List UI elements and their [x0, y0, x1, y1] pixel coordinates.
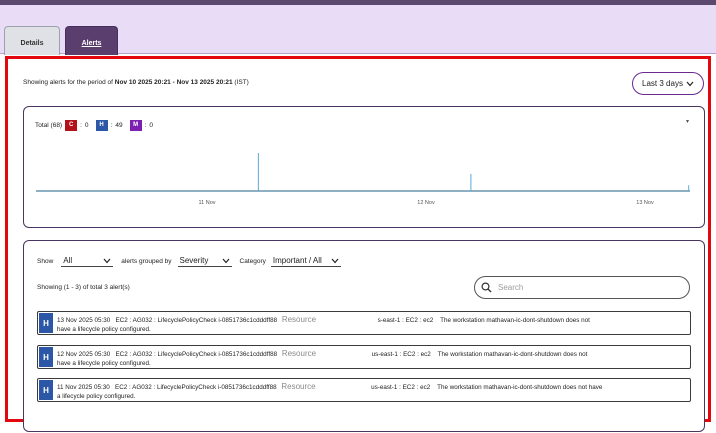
- group-by-dropdown[interactable]: Severity: [177, 256, 232, 267]
- alert-info: EC2 : AG032 : LifecyclePolicyCheck i-085…: [115, 317, 278, 324]
- medium-badge: M: [129, 120, 142, 131]
- category-dropdown[interactable]: Important / All: [270, 256, 341, 267]
- alert-time: 12 Nov 2025 05:30: [57, 351, 111, 358]
- group-label: alerts grouped by: [121, 258, 172, 265]
- search-icon: [481, 282, 492, 293]
- high-count: 49: [115, 122, 123, 129]
- period-prefix: Showing alerts for the period of: [23, 79, 113, 86]
- search-box[interactable]: [474, 276, 690, 299]
- alert-row[interactable]: H 11 Nov 2025 05:30 EC2 : AG032 : Lifecy…: [37, 378, 691, 402]
- alert-region: us-east-1 : EC2 : ec2: [371, 384, 431, 391]
- critical-count: 0: [84, 122, 89, 129]
- alert-time: 13 Nov 2025 05:30: [57, 317, 111, 324]
- alert-resource: Resource: [281, 349, 317, 358]
- alert-row[interactable]: H 12 Nov 2025 05:30 EC2 : AG032 : Lifecy…: [37, 345, 691, 369]
- alert-message: The workstation mathavan-ic-dont-shutdow…: [440, 317, 590, 324]
- chevron-down-icon: [103, 258, 111, 263]
- alert-region: us-east-1 : EC2 : ec2: [371, 351, 431, 358]
- alert-resource: Resource: [281, 382, 316, 391]
- critical-badge: C: [65, 120, 78, 131]
- high-severity-badge: H: [39, 347, 53, 367]
- show-dropdown[interactable]: All: [61, 256, 114, 267]
- category-value: Important / All: [272, 256, 322, 265]
- high-severity-badge: H: [39, 380, 53, 400]
- high-separator: :: [110, 122, 113, 129]
- high-badge: H: [95, 120, 108, 131]
- alert-info: EC2 : AG032 : LifecyclePolicyCheck i-085…: [115, 384, 277, 391]
- alert-region: s-east-1 : EC2 : ec2: [377, 317, 434, 324]
- total-count: Total (68): [35, 122, 63, 129]
- showing-count: Showing (1 - 3) of total 3 alert(s): [37, 284, 130, 291]
- medium-separator: :: [144, 122, 147, 129]
- alert-line-1: 13 Nov 2025 05:30 EC2 : AG032 : Lifecycl…: [57, 315, 590, 324]
- period-range: Nov 10 2025 20:21 - Nov 13 2025 20:21: [114, 79, 233, 86]
- alert-row[interactable]: H 13 Nov 2025 05:30 EC2 : AG032 : Lifecy…: [37, 311, 691, 335]
- medium-count: 0: [149, 122, 154, 129]
- alert-message: The workstation mathavan-ic-dont-shutdow…: [437, 351, 588, 358]
- chevron-down-icon: [686, 81, 694, 86]
- group-value: Severity: [179, 256, 209, 265]
- high-severity-badge: H: [39, 313, 53, 333]
- alert-time: 11 Nov 2025 05:30: [57, 384, 110, 391]
- critical-separator: :: [80, 122, 82, 129]
- alert-resource: Resource: [281, 315, 317, 324]
- alert-line-1: 12 Nov 2025 05:30 EC2 : AG032 : Lifecycl…: [57, 349, 587, 358]
- alert-message-cont: a lifecycle policy configured.: [57, 393, 136, 400]
- period-text: Showing alerts for the period of Nov 10 …: [23, 79, 249, 86]
- chevron-down-icon: [331, 258, 339, 263]
- alert-message-cont: have a lifecycle policy configured.: [57, 326, 151, 333]
- chevron-down-icon: [222, 258, 229, 263]
- period-timezone: (IST): [234, 79, 249, 86]
- alert-message-cont: have a lifecycle policy configured.: [57, 360, 151, 367]
- tab-strip: Details Alerts: [0, 5, 716, 59]
- alert-message: The workstation mathavan-ic-dont-shutdow…: [437, 384, 603, 391]
- time-range-label: Last 3 days: [642, 79, 683, 88]
- alert-line-1: 11 Nov 2025 05:30 EC2 : AG032 : Lifecycl…: [57, 382, 602, 391]
- show-label: Show: [37, 258, 54, 265]
- alert-info: EC2 : AG032 : LifecyclePolicyCheck i-085…: [115, 351, 278, 358]
- alert-totals: Total (68) C : 0 H : 49 M : 0: [35, 120, 153, 131]
- filter-bar: Show All alerts grouped by Severity Cate…: [37, 256, 341, 267]
- chart-menu-icon[interactable]: ▾: [686, 118, 689, 125]
- search-input[interactable]: [498, 283, 678, 292]
- category-label: Category: [239, 258, 266, 265]
- alert-list-card: [23, 240, 705, 432]
- show-value: All: [63, 256, 73, 265]
- time-range-dropdown[interactable]: Last 3 days: [632, 72, 704, 95]
